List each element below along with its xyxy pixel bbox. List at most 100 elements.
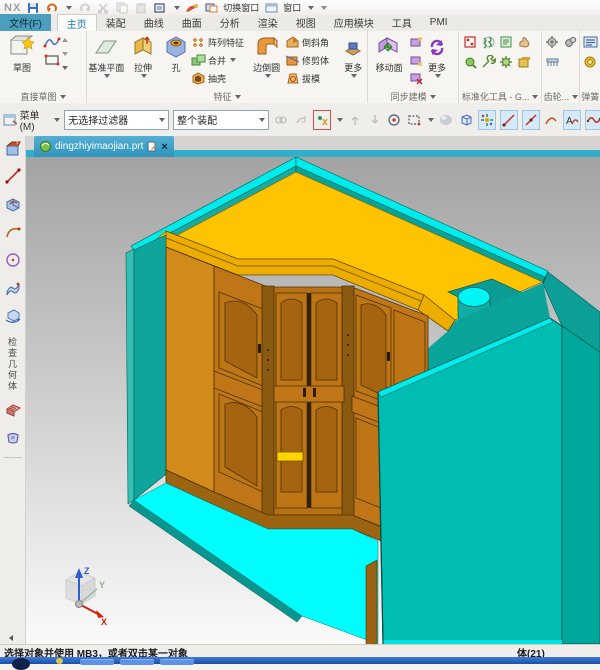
highlight-filter-dropdown-icon[interactable] bbox=[337, 118, 343, 122]
spring-coil-icon[interactable] bbox=[583, 55, 598, 72]
group-dialog-icon[interactable] bbox=[235, 95, 241, 99]
group-dialog-icon[interactable] bbox=[430, 95, 436, 99]
delete-face-icon[interactable] bbox=[409, 69, 423, 87]
sketch-button[interactable]: 草图 bbox=[1, 33, 43, 74]
tab-assemblies[interactable]: 装配 bbox=[97, 14, 135, 32]
wireframe-view-icon[interactable] bbox=[458, 111, 474, 129]
sketch-gallery-icon[interactable] bbox=[62, 61, 68, 75]
windows-taskbar[interactable] bbox=[0, 657, 600, 664]
taskbar-window-button[interactable] bbox=[120, 659, 154, 665]
snap-spline-icon[interactable] bbox=[585, 110, 600, 130]
window-icon[interactable] bbox=[264, 1, 278, 14]
menu-button[interactable]: 菜单(M) bbox=[3, 107, 60, 133]
line-tool-icon[interactable] bbox=[4, 167, 22, 188]
arc-tool-icon[interactable] bbox=[4, 223, 22, 244]
gear-rack-icon[interactable] bbox=[545, 55, 560, 72]
move-face-button[interactable]: 移动面 bbox=[369, 33, 409, 74]
snap-endpoint-icon[interactable] bbox=[500, 110, 518, 130]
taskbar-window-button[interactable] bbox=[80, 659, 114, 665]
taskbar-tray-icon[interactable] bbox=[56, 658, 63, 664]
edge-blend-button[interactable]: 边倒圆 bbox=[248, 33, 285, 78]
datum-plane-button[interactable]: 基准平面 bbox=[88, 33, 125, 78]
surface-tool-icon[interactable] bbox=[4, 279, 22, 300]
move-up-icon[interactable] bbox=[347, 111, 363, 129]
part-tab[interactable]: dingzhiyimaojian.prt × bbox=[34, 136, 174, 157]
selection-scope-combo[interactable]: 整个装配 bbox=[173, 110, 269, 130]
tab-curve[interactable]: 曲线 bbox=[135, 14, 173, 32]
tab-pmi[interactable]: PMI bbox=[421, 16, 457, 30]
std-hand-icon[interactable] bbox=[517, 35, 532, 52]
unite-button[interactable]: 合并 bbox=[191, 51, 248, 69]
window-dropdown-icon[interactable] bbox=[308, 6, 314, 10]
selection-rectangle-icon[interactable] bbox=[406, 111, 422, 129]
window-button[interactable]: 窗口 bbox=[283, 1, 301, 14]
paste-icon[interactable] bbox=[134, 1, 148, 14]
tab-tools[interactable]: 工具 bbox=[383, 14, 421, 32]
tab-surface[interactable]: 曲面 bbox=[173, 14, 211, 32]
cut-icon[interactable] bbox=[96, 1, 110, 14]
snap-point-toggle-icon[interactable] bbox=[478, 110, 496, 130]
part-navigator-icon[interactable] bbox=[4, 139, 22, 160]
std-tool1-icon[interactable] bbox=[463, 55, 478, 72]
start-button[interactable] bbox=[12, 658, 30, 670]
snap-tangent-icon[interactable] bbox=[544, 111, 560, 129]
undo-dropdown-icon[interactable] bbox=[66, 6, 72, 10]
switch-window-icon[interactable] bbox=[204, 1, 218, 14]
related-objects-icon[interactable] bbox=[273, 111, 289, 129]
redo-button[interactable] bbox=[77, 1, 91, 14]
mesh-tool-icon[interactable] bbox=[4, 401, 22, 422]
std-pattern-icon[interactable] bbox=[463, 35, 478, 52]
rotate-view-icon[interactable] bbox=[4, 307, 22, 328]
sketch-scroll-down-icon[interactable] bbox=[62, 47, 68, 61]
draft-button[interactable]: 拔模 bbox=[285, 69, 340, 87]
copy-icon[interactable] bbox=[115, 1, 129, 14]
view-orient-button[interactable] bbox=[153, 1, 167, 14]
pattern-feature-button[interactable]: 阵列特征 bbox=[191, 33, 248, 51]
taskbar-window-button[interactable] bbox=[160, 659, 194, 665]
snap-center-icon[interactable] bbox=[387, 111, 403, 129]
render-style-button[interactable] bbox=[185, 1, 199, 14]
tab-file[interactable]: 文件(F) bbox=[0, 14, 51, 32]
gear1-icon[interactable] bbox=[545, 35, 560, 52]
replace-face-icon[interactable] bbox=[409, 51, 423, 69]
snap-midpoint-icon[interactable] bbox=[522, 110, 540, 130]
sync-more-button[interactable]: 更多 bbox=[423, 33, 451, 78]
group-dialog-icon[interactable] bbox=[532, 95, 538, 99]
collapse-panel-icon[interactable] bbox=[9, 635, 13, 641]
trim-body-button[interactable]: 修剪体 bbox=[285, 51, 340, 69]
snap-point-on-curve-icon[interactable]: A bbox=[563, 110, 581, 130]
std-box-icon[interactable] bbox=[517, 55, 532, 72]
switch-window-button[interactable]: 切换窗口 bbox=[223, 1, 259, 14]
graphics-window[interactable]: Y Z X bbox=[26, 157, 600, 644]
qat-customize-icon[interactable] bbox=[321, 6, 327, 10]
tab-application[interactable]: 应用模块 bbox=[325, 14, 383, 32]
gear2-icon[interactable] bbox=[563, 35, 578, 52]
move-down-icon[interactable] bbox=[367, 111, 383, 129]
examine-geometry-label[interactable]: 检查几何体 bbox=[6, 337, 19, 392]
block-tool-icon[interactable] bbox=[4, 195, 22, 216]
std-gear-tool-icon[interactable] bbox=[499, 55, 514, 72]
tab-render[interactable]: 渲染 bbox=[249, 14, 287, 32]
shell-button[interactable]: 抽壳 bbox=[191, 69, 248, 87]
extrude-button[interactable]: 拉伸 bbox=[125, 33, 162, 78]
chamfer-button[interactable]: 倒斜角 bbox=[285, 33, 340, 51]
view-orient-dropdown-icon[interactable] bbox=[174, 6, 180, 10]
bounded-plane-icon[interactable] bbox=[4, 429, 22, 450]
std-spring-icon[interactable] bbox=[481, 35, 496, 52]
feature-more-button[interactable]: 更多 bbox=[340, 33, 366, 78]
hole-button[interactable]: 孔 bbox=[161, 33, 191, 74]
std-report-icon[interactable] bbox=[499, 35, 514, 52]
highlight-filter-icon[interactable] bbox=[313, 110, 331, 130]
undo-button[interactable] bbox=[45, 1, 59, 14]
circle-tool-icon[interactable] bbox=[4, 251, 22, 272]
stop-selection-icon[interactable] bbox=[293, 111, 309, 129]
group-dialog-icon[interactable] bbox=[572, 95, 578, 99]
close-part-icon[interactable]: × bbox=[161, 141, 167, 153]
shaded-view-icon[interactable] bbox=[438, 111, 454, 129]
selection-filter-combo[interactable]: 无选择过滤器 bbox=[64, 110, 169, 130]
save-button[interactable] bbox=[26, 1, 40, 14]
offset-region-icon[interactable] bbox=[409, 33, 423, 51]
sketch-scroll-up-icon[interactable] bbox=[62, 33, 68, 47]
std-wrench-icon[interactable] bbox=[481, 55, 496, 72]
tab-analysis[interactable]: 分析 bbox=[211, 14, 249, 32]
